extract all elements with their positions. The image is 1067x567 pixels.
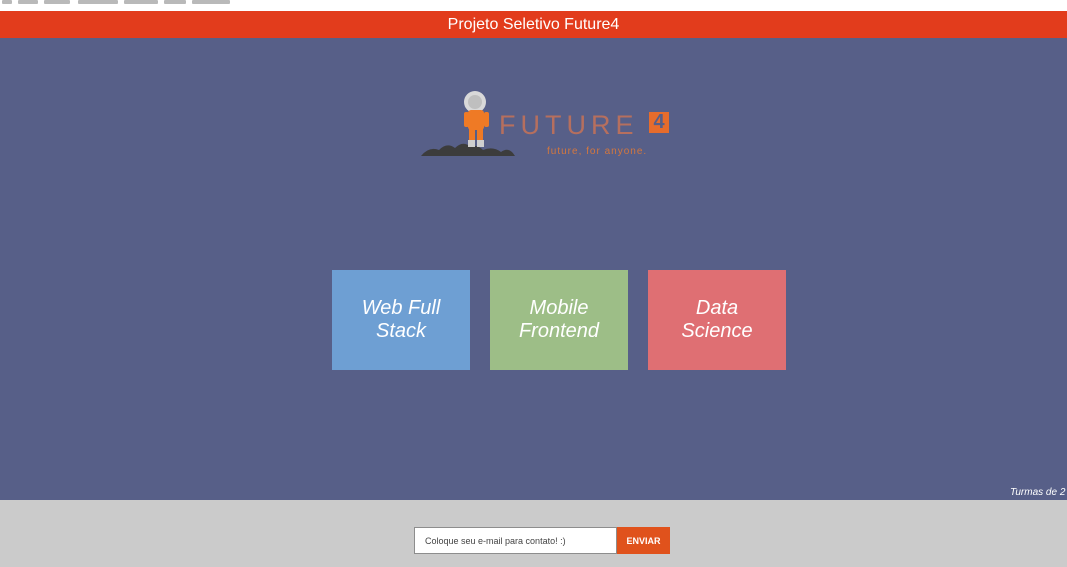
course-tile-label: Mobile Frontend — [518, 297, 600, 342]
classes-note: Turmas de 2 — [1010, 487, 1066, 498]
bookmark-icon[interactable] — [124, 0, 158, 4]
send-button[interactable]: ENVIAR — [617, 527, 670, 554]
page-header: Projeto Seletivo Future4 — [0, 11, 1067, 38]
bookmark-icon[interactable] — [44, 0, 70, 4]
main-section: FUTURE 4 future, for anyone. Web Full St… — [0, 38, 1067, 500]
course-tile-label: Web Full Stack — [361, 297, 441, 342]
logo-number: 4 — [649, 112, 669, 133]
course-tile-web-full-stack[interactable]: Web Full Stack — [332, 270, 470, 370]
course-tile-mobile-frontend[interactable]: Mobile Frontend — [490, 270, 628, 370]
page-title: Projeto Seletivo Future4 — [447, 16, 620, 33]
contact-footer: ENVIAR — [0, 500, 1067, 567]
bookmark-icon[interactable] — [192, 0, 230, 4]
bookmark-icon[interactable] — [78, 0, 118, 4]
logo-wordmark: FUTURE — [499, 110, 639, 140]
future4-logo: FUTURE 4 future, for anyone. — [419, 90, 679, 166]
bookmark-icon[interactable] — [164, 0, 186, 4]
bookmark-icon[interactable] — [18, 0, 38, 4]
browser-bookmark-strip — [0, 0, 1067, 11]
logo-tagline: future, for anyone. — [547, 146, 648, 157]
email-input[interactable] — [414, 527, 617, 554]
bookmark-icon[interactable] — [2, 0, 12, 4]
course-tile-label: Data Science — [681, 297, 753, 342]
course-tile-data-science[interactable]: Data Science — [648, 270, 786, 370]
